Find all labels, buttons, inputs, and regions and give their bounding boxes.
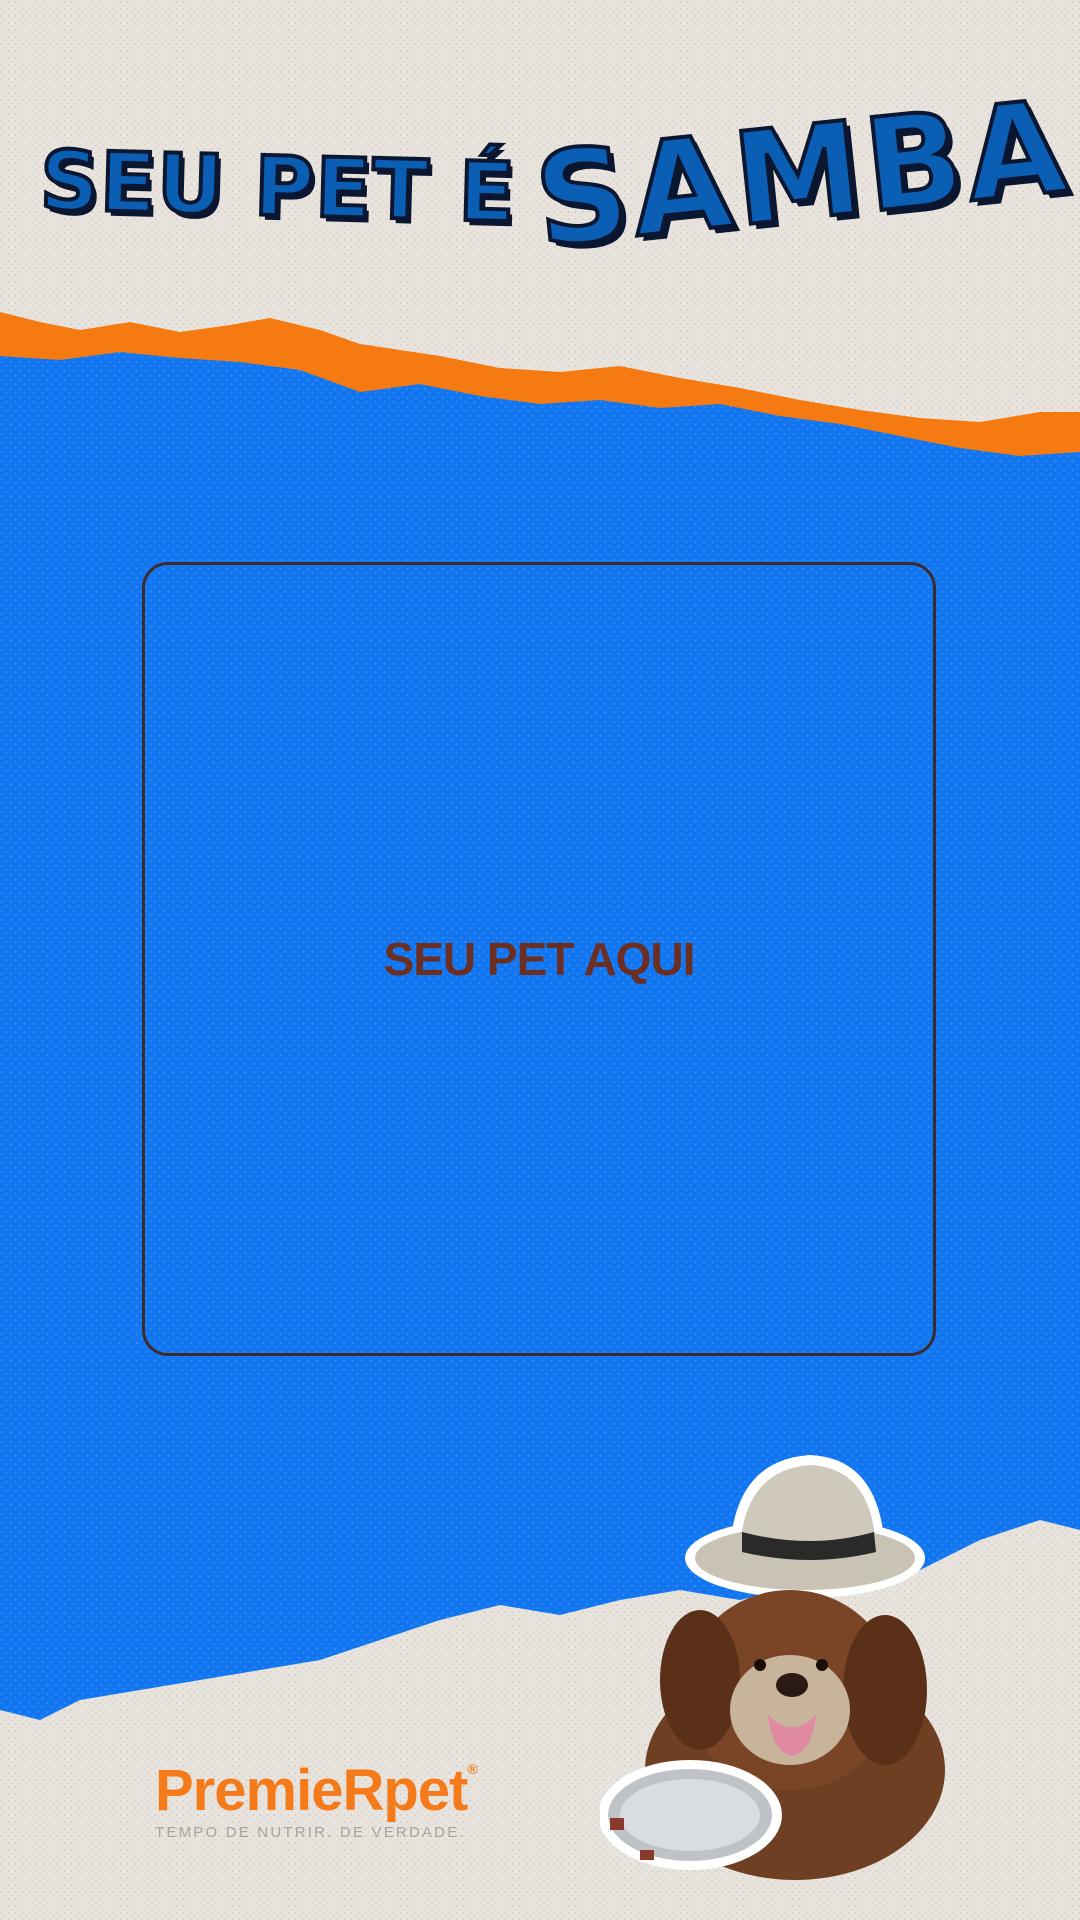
- photo-placeholder-frame[interactable]: SEU PET AQUI: [142, 562, 936, 1356]
- story-canvas: SEU PET É SAMBA SEU PET AQUI PremieRpet®…: [0, 0, 1080, 1920]
- brand-tagline: TEMPO DE NUTRIR. DE VERDADE.: [155, 1824, 466, 1841]
- hat-icon: [685, 1455, 925, 1598]
- dog-with-hat-icon: [600, 1455, 945, 1880]
- headline-left: SEU PET É: [37, 132, 519, 243]
- headline: SEU PET É SAMBA: [0, 70, 1080, 280]
- brand-name: PremieRpet®: [155, 1758, 478, 1823]
- headline-samba: SAMBA: [527, 70, 1079, 278]
- registered-mark: ®: [467, 1761, 477, 1777]
- brand-logo: PremieRpet® TEMPO DE NUTRIR. DE VERDADE.: [155, 1758, 485, 1842]
- photo-placeholder-label: SEU PET AQUI: [383, 933, 696, 985]
- tambourine-icon: [600, 1760, 782, 1870]
